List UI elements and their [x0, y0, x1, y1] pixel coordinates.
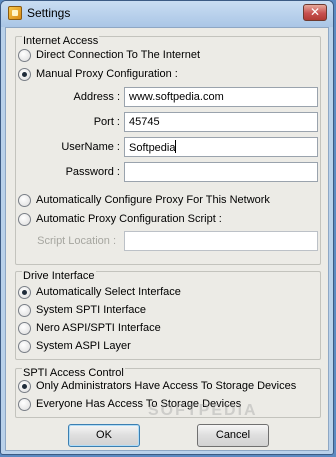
- radio-auto-select-interface-button[interactable]: [18, 285, 31, 299]
- radio-admins-only[interactable]: Only Administrators Have Access To Stora…: [18, 378, 296, 394]
- password-input[interactable]: [124, 162, 318, 182]
- radio-nero-aspi-spti-button[interactable]: [18, 321, 31, 335]
- title-bar[interactable]: Settings ✕: [1, 1, 333, 27]
- radio-manual-proxy-button[interactable]: [18, 67, 31, 81]
- radio-auto-configure-label: Automatically Configure Proxy For This N…: [36, 194, 270, 206]
- radio-system-aspi-label: System ASPI Layer: [36, 340, 131, 352]
- drive-interface-group: Drive Interface Automatically Select Int…: [15, 270, 321, 360]
- ok-button[interactable]: OK: [68, 424, 140, 447]
- radio-everyone-access-button[interactable]: [18, 397, 31, 411]
- script-location-label: Script Location :: [37, 235, 116, 247]
- port-value: 45745: [129, 116, 160, 128]
- radio-manual-proxy[interactable]: Manual Proxy Configuration :: [18, 66, 178, 82]
- radio-manual-proxy-label: Manual Proxy Configuration :: [36, 68, 178, 80]
- radio-admins-only-label: Only Administrators Have Access To Stora…: [36, 380, 297, 392]
- app-icon: [8, 6, 22, 20]
- dialog-body: Internet Access Direct Connection To The…: [5, 27, 329, 451]
- drive-interface-title: Drive Interface: [22, 270, 96, 282]
- password-label: Password :: [65, 166, 120, 178]
- softpedia-watermark: SOFTPEDIA: [148, 402, 258, 419]
- radio-auto-select-interface[interactable]: Automatically Select Interface: [18, 284, 181, 300]
- address-label: Address :: [73, 91, 120, 103]
- close-button[interactable]: ✕: [303, 4, 327, 21]
- radio-auto-select-interface-label: Automatically Select Interface: [36, 286, 181, 298]
- text-caret: [175, 140, 177, 153]
- radio-direct-connection-button[interactable]: [18, 48, 31, 62]
- radio-direct-connection-label: Direct Connection To The Internet: [36, 49, 201, 61]
- radio-auto-configure[interactable]: Automatically Configure Proxy For This N…: [18, 192, 270, 208]
- radio-auto-script-label: Automatic Proxy Configuration Script :: [36, 213, 222, 225]
- address-input[interactable]: www.softpedia.com: [124, 87, 318, 107]
- port-input[interactable]: 45745: [124, 112, 318, 132]
- radio-auto-script-button[interactable]: [18, 212, 31, 226]
- radio-auto-configure-button[interactable]: [18, 193, 31, 207]
- username-label: UserName :: [61, 141, 120, 153]
- username-input[interactable]: Softpedia: [124, 137, 318, 157]
- internet-access-group: Internet Access Direct Connection To The…: [15, 35, 321, 265]
- settings-window: Settings ✕ Internet Access Direct Connec…: [0, 0, 334, 455]
- radio-nero-aspi-spti[interactable]: Nero ASPI/SPTI Interface: [18, 320, 161, 336]
- radio-nero-aspi-spti-label: Nero ASPI/SPTI Interface: [36, 322, 161, 334]
- radio-system-spti-button[interactable]: [18, 303, 31, 317]
- cancel-button[interactable]: Cancel: [197, 424, 269, 447]
- radio-auto-script[interactable]: Automatic Proxy Configuration Script :: [18, 211, 222, 227]
- window-title: Settings: [27, 6, 71, 20]
- port-label: Port :: [93, 116, 120, 128]
- radio-system-aspi[interactable]: System ASPI Layer: [18, 338, 131, 354]
- username-value: Softpedia: [129, 142, 176, 154]
- internet-access-title: Internet Access: [22, 35, 100, 47]
- radio-direct-connection[interactable]: Direct Connection To The Internet: [18, 47, 200, 63]
- radio-system-aspi-button[interactable]: [18, 339, 31, 353]
- radio-system-spti-label: System SPTI Interface: [36, 304, 147, 316]
- address-value: www.softpedia.com: [129, 91, 224, 103]
- script-location-input[interactable]: [124, 231, 318, 251]
- radio-system-spti[interactable]: System SPTI Interface: [18, 302, 146, 318]
- radio-admins-only-button[interactable]: [18, 379, 31, 393]
